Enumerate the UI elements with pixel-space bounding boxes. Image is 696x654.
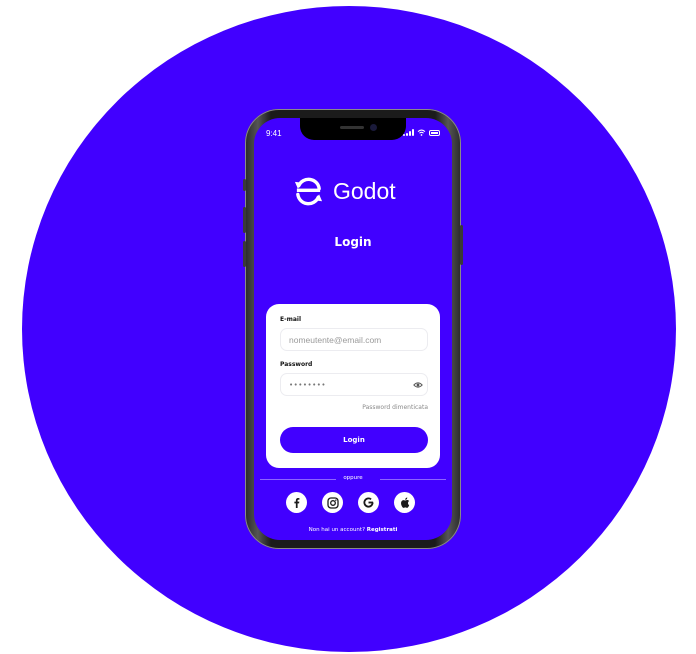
password-field[interactable]: •••••••• xyxy=(280,373,428,396)
front-camera xyxy=(370,124,377,131)
divider: oppure xyxy=(260,475,446,483)
speaker xyxy=(340,126,364,129)
email-placeholder: nomeutente@email.com xyxy=(289,335,382,345)
instagram-login-button[interactable] xyxy=(322,492,343,513)
sync-arrows-icon xyxy=(294,177,323,206)
phone-volume-up xyxy=(243,207,246,233)
google-login-button[interactable] xyxy=(358,492,379,513)
battery-icon xyxy=(429,129,440,136)
wifi-icon xyxy=(417,129,426,136)
instagram-icon xyxy=(326,496,339,509)
page-title: Login xyxy=(334,235,372,249)
password-label: Password xyxy=(280,361,313,368)
login-button[interactable]: Login xyxy=(280,427,428,453)
login-card: E-mail nomeutente@email.com Password •••… xyxy=(266,304,440,468)
phone-power-button xyxy=(460,225,463,265)
apple-login-button[interactable] xyxy=(394,492,415,513)
email-label: E-mail xyxy=(280,316,302,323)
signup-row: Non hai un account? Registrati xyxy=(254,527,452,533)
phone-volume-down xyxy=(243,241,246,267)
facebook-icon xyxy=(294,498,300,508)
brand-name: Godot xyxy=(333,178,396,204)
phone-screen: 9:41 Godot Login E-mail nomeutente@email… xyxy=(254,118,452,540)
brand-logo: Godot xyxy=(293,176,396,207)
forgot-password-link[interactable]: Password dimenticata xyxy=(362,404,428,411)
divider-text: oppure xyxy=(343,475,363,481)
email-field[interactable]: nomeutente@email.com xyxy=(280,328,428,351)
phone-mockup: 9:41 Godot Login E-mail nomeutente@email… xyxy=(243,109,463,549)
password-value: •••••••• xyxy=(289,381,327,389)
facebook-login-button[interactable] xyxy=(286,492,307,513)
status-time: 9:41 xyxy=(266,129,282,138)
eye-icon[interactable] xyxy=(413,380,423,390)
signup-link[interactable]: Registrati xyxy=(367,527,398,533)
social-login-row xyxy=(286,492,415,513)
phone-mute-switch xyxy=(243,179,246,191)
status-icons xyxy=(403,129,440,136)
notch xyxy=(300,118,406,140)
signup-prompt: Non hai un account? xyxy=(308,527,365,533)
google-icon xyxy=(363,497,374,508)
apple-icon xyxy=(400,497,409,508)
